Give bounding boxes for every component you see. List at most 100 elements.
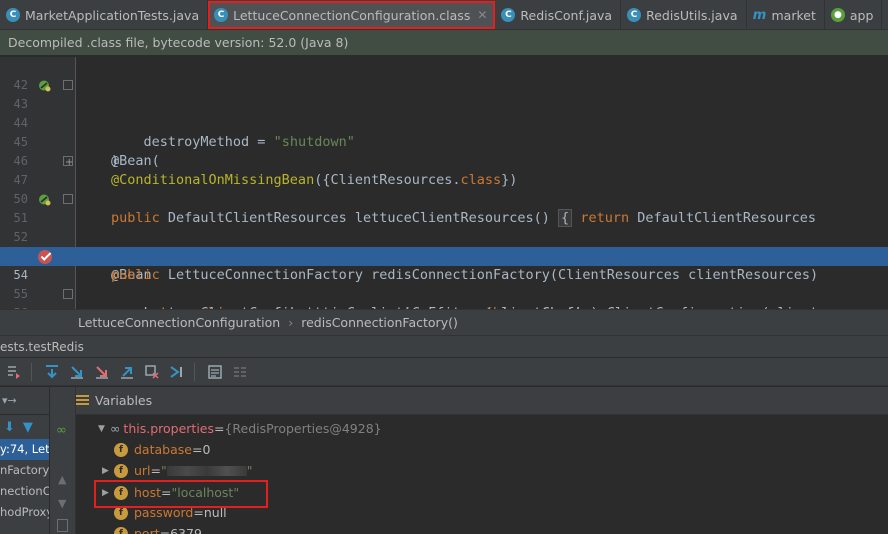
variable-name: host [134,485,161,500]
filter-icon[interactable]: ▼ [23,420,33,435]
equals-sign: = [191,442,203,457]
step-over-icon[interactable] [41,361,63,383]
code-line[interactable]: 42 [0,57,888,92]
breadcrumb-method[interactable]: redisConnectionFactory() [301,315,458,330]
frame-row[interactable]: y:74, Let [0,439,49,460]
move-down-icon[interactable]: ▼ [58,497,66,510]
tab-lettuce-connection-configuration[interactable]: C LettuceConnectionConfiguration.class ✕ [208,1,496,29]
step-out-icon[interactable] [116,361,138,383]
decompiled-banner: Decompiled .class file, bytecode version… [0,30,888,56]
fold-toggle[interactable] [63,194,73,204]
variable-value: 0 [202,442,211,457]
variables-side-toolbar: ∞ ▲ ▼ [50,387,76,534]
tab-label: MarketApplicationTests.java [25,7,200,23]
expand-right-icon[interactable]: ▶ [102,466,114,476]
editor-tab-bar: C MarketApplicationTests.java C LettuceC… [0,0,888,30]
code-line[interactable]: 52 @ConditionalOnMissingBean({RedisConne… [0,209,888,264]
maven-icon: m [752,7,767,23]
variable-value: "localhost" [171,485,240,500]
frame-row[interactable]: nFactory [0,460,49,481]
frames-toolbar: ⬇ ▼ [0,415,49,439]
code-line[interactable]: 44 destroyMethod = "shutdown" [0,95,888,150]
variable-value: {RedisProperties@4928} [224,421,382,436]
code-line[interactable]: 46 @ConditionalOnMissingBean({ClientReso… [0,133,888,188]
tab-app[interactable]: ● app [825,0,883,30]
fold-toggle[interactable] [63,80,73,90]
bean-gutter-icon[interactable] [38,193,51,206]
variable-name: database [134,442,192,457]
field-icon: f [114,485,128,500]
code-line[interactable]: 43 @Bean( [0,76,888,169]
tab-market[interactable]: m market [747,0,825,30]
tab-redis-conf[interactable]: C RedisConf.java [495,0,622,30]
expand-right-icon[interactable]: ▶ [102,488,114,498]
breadcrumb: LettuceConnectionConfiguration › redisCo… [0,309,888,336]
close-icon[interactable]: ✕ [477,8,487,22]
variables-icon [76,395,89,406]
frames-header: ▾→ [0,387,49,415]
field-icon: f [114,442,128,457]
tab-label: RedisConf.java [520,7,613,23]
tab-redis-utils[interactable]: C RedisUtils.java [621,0,747,30]
tab-label: LettuceConnectionConfiguration.class [233,7,471,23]
equals-sign: = [193,505,204,520]
equals-sign: = [150,463,162,478]
variable-row-host[interactable]: ▶ f host = "localhost" [102,482,239,503]
banner-text: Decompiled .class file, bytecode version… [8,35,349,50]
variable-value: 6379 [170,526,202,534]
tab-label: app [849,7,874,23]
move-up-icon[interactable]: ▲ [58,473,66,486]
variable-row[interactable]: f port = 6379 [102,523,202,534]
variable-row[interactable]: f password = null [102,502,227,523]
tab-label: RedisUtils.java [646,7,738,23]
fold-toggle[interactable] [63,153,73,172]
breakpoint-icon[interactable] [38,250,52,264]
spring-icon: ● [830,8,845,22]
variable-row[interactable]: f database = 0 [102,439,210,460]
breadcrumb-class[interactable]: LettuceConnectionConfiguration [78,315,280,330]
tab-label: market [771,7,816,23]
frames-panel: ▾→ ⬇ ▼ y:74, Let nFactory nectionCo hodP… [0,387,50,534]
variable-value-close-quote: " [246,463,253,478]
code-line[interactable]: 45 ) [0,114,888,169]
code-editor[interactable]: 42 43 @Bean( 44 destroyMethod = "shutdow… [0,57,888,309]
frame-row[interactable]: nectionCo [0,481,49,502]
code-line[interactable]: 47 public DefaultClientResources lettuce… [0,152,888,227]
new-watch-icon[interactable]: ∞ [56,423,67,438]
variable-row-root[interactable]: ▼ ∞ this.properties = {RedisProperties@4… [98,418,382,439]
evaluate-expression-icon[interactable] [204,361,226,383]
toolbar-separator [194,362,195,381]
fold-toggle[interactable] [63,289,73,299]
variable-value: " [161,463,167,478]
bean-gutter-icon[interactable] [38,79,51,92]
arrow-down-icon[interactable]: ⬇ [4,420,15,435]
copy-icon[interactable] [57,519,68,532]
code-line-current[interactable]: 54 LettuceClientConfiguration clientConf… [0,247,888,309]
thread-arrow-icon[interactable]: ▾→ [2,394,17,407]
code-line[interactable]: 55 return this.createLettuceConnectionFa… [0,266,888,309]
variable-name: port [134,526,160,534]
watch-infinity-icon: ∞ [110,421,121,436]
code-line[interactable]: 53 public LettuceConnectionFactory redis… [0,228,888,283]
tab-market-application-tests[interactable]: C MarketApplicationTests.java [0,0,209,30]
code-line[interactable]: 51 @Bean [0,190,888,283]
toolbar-separator [31,362,32,381]
chevron-right-icon: › [288,315,294,330]
drop-frame-icon[interactable] [141,361,163,383]
code-line[interactable]: 56 } [0,285,888,309]
code-line[interactable]: 50 [0,171,888,206]
force-step-into-icon[interactable] [91,361,113,383]
variable-value: null [203,505,227,520]
debug-session-tab[interactable]: ests.testRedis [0,336,888,358]
trace-stream-icon[interactable] [229,361,251,383]
expand-down-icon[interactable]: ▼ [98,424,110,434]
frame-row[interactable]: hodProxy [0,502,49,523]
step-into-icon[interactable] [66,361,88,383]
equals-sign: = [214,421,225,436]
java-class-icon: C [501,8,516,22]
run-to-cursor-icon[interactable] [166,361,188,383]
java-class-icon: C [6,8,20,22]
show-execution-point-icon[interactable] [3,361,25,383]
field-icon: f [114,463,128,478]
variable-row[interactable]: ▶ f url = " " [102,460,253,481]
